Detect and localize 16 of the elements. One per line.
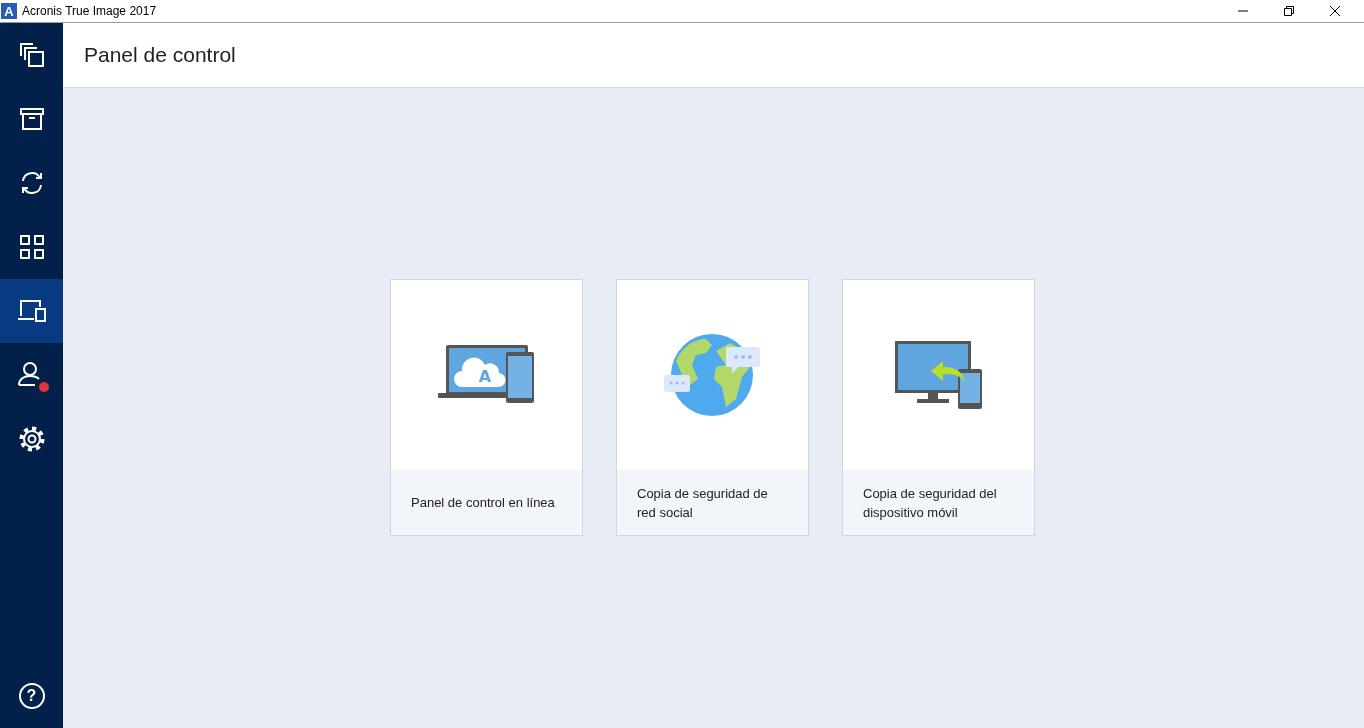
- window-title: Acronis True Image 2017: [22, 4, 158, 18]
- dashboard-card[interactable]: A Panel de control en línea: [390, 279, 583, 536]
- archive-icon: [19, 107, 44, 131]
- settings-icon: [18, 426, 45, 452]
- dashboard-card[interactable]: Copia de seguridad de red social: [616, 279, 809, 536]
- copies-icon: [18, 42, 45, 68]
- devices-icon: [16, 299, 47, 323]
- grid-icon: [19, 235, 44, 259]
- help-button[interactable]: ?: [0, 664, 63, 728]
- dashboard-card[interactable]: Copia de seguridad del dispositivo móvil: [842, 279, 1035, 536]
- sidebar-item[interactable]: [0, 279, 63, 343]
- close-icon: [1330, 6, 1340, 16]
- app-logo: A: [1, 3, 17, 19]
- restore-icon: [1284, 6, 1294, 16]
- laptop-phone-cloud-drawing: A: [437, 345, 536, 405]
- page-title: Panel de control: [84, 43, 236, 67]
